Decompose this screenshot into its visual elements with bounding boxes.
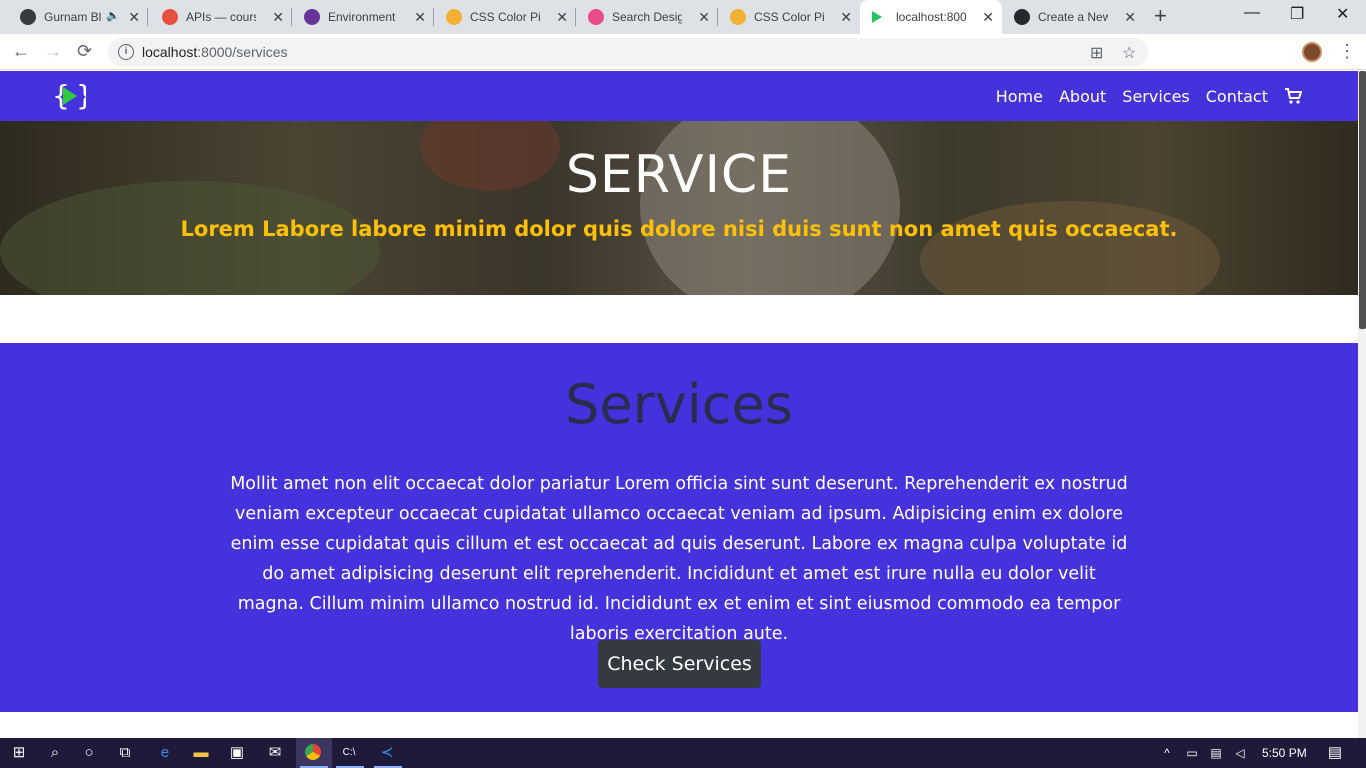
hero-title: SERVICE — [565, 145, 793, 205]
tab-title: Environment V — [328, 10, 398, 24]
nav-home-link[interactable]: Home — [996, 87, 1043, 106]
tab-title: Create a New — [1038, 10, 1108, 24]
site-navbar: { } Home About Services Contact — [0, 71, 1358, 121]
chrome-icon[interactable] — [304, 744, 322, 762]
hero-banner: SERVICE Lorem Labore labore minim dolor … — [0, 121, 1358, 295]
tab-title: localhost:8000 — [896, 10, 966, 24]
new-tab-button[interactable]: + — [1154, 5, 1167, 27]
nav-contact-link[interactable]: Contact — [1206, 87, 1268, 106]
hero-background-image — [920, 201, 1220, 295]
tab-title: CSS Color Pick — [470, 10, 540, 24]
search-icon[interactable]: ⌕ — [46, 744, 64, 762]
tab-separator — [147, 8, 148, 26]
tab-favicon-icon — [730, 9, 746, 25]
windows-start-icon[interactable]: ⊞ — [10, 744, 28, 762]
tab-favicon-icon — [872, 11, 882, 23]
logo-icon[interactable]: { } — [52, 79, 86, 113]
taskbar-clock[interactable]: 5:50 PM — [1262, 746, 1307, 760]
browser-tab[interactable]: Search Designs ✕ — [576, 0, 718, 34]
browser-tab[interactable]: Environment V ✕ — [292, 0, 434, 34]
task-view-icon[interactable]: ⧉ — [116, 744, 134, 762]
tab-favicon-icon — [304, 9, 320, 25]
bookmark-star-icon[interactable]: ☆ — [1122, 43, 1136, 63]
tab-title: Gurnam Bl — [44, 10, 102, 24]
tab-close-icon[interactable]: ✕ — [272, 9, 284, 25]
browser-tab[interactable]: Gurnam Bl 🔈 ✕ — [8, 0, 148, 34]
url-host: localhost — [142, 44, 198, 60]
browser-tab[interactable]: Create a New ✕ — [1002, 0, 1144, 34]
tab-title: Search Designs — [612, 10, 682, 24]
mail-icon[interactable]: ✉ — [266, 744, 284, 762]
battery-icon[interactable]: ▭ — [1184, 744, 1200, 762]
minimize-button[interactable]: — — [1244, 4, 1260, 22]
browser-tab-active[interactable]: localhost:8000 ✕ — [860, 0, 1002, 34]
scrollbar-thumb[interactable] — [1359, 71, 1366, 329]
tab-close-icon[interactable]: ✕ — [414, 9, 426, 25]
services-description: Mollit amet non elit occaecat dolor pari… — [230, 474, 1128, 644]
cortana-icon[interactable]: ○ — [80, 744, 98, 762]
tab-title: APIs — course — [186, 10, 256, 24]
reload-button[interactable]: ⟳ — [77, 40, 92, 62]
tab-favicon-icon — [1014, 9, 1030, 25]
action-center-icon[interactable]: ▤ — [1326, 744, 1344, 762]
network-icon[interactable]: ▤ — [1208, 744, 1224, 762]
address-bar[interactable]: i localhost:8000/services ⊞ ☆ — [108, 38, 1148, 66]
services-section: Services Mollit amet non elit occaecat d… — [0, 343, 1358, 712]
tab-close-icon[interactable]: ✕ — [128, 9, 140, 25]
tab-close-icon[interactable]: ✕ — [982, 9, 994, 25]
edge-icon[interactable]: e — [156, 744, 174, 762]
browser-tab[interactable]: APIs — course ✕ — [150, 0, 292, 34]
forward-button[interactable]: → — [44, 40, 62, 62]
tab-favicon-icon — [20, 9, 36, 25]
tab-favicon-icon — [162, 9, 178, 25]
volume-icon[interactable]: ◁ — [1232, 744, 1248, 762]
file-explorer-icon[interactable]: ▬ — [192, 744, 210, 762]
back-button[interactable]: ← — [12, 40, 30, 62]
browser-menu-icon[interactable]: ⋮ — [1338, 40, 1356, 62]
hero-subtitle: Lorem Labore labore minim dolor quis dol… — [180, 217, 1178, 241]
show-hidden-icons[interactable]: ^ — [1160, 744, 1174, 762]
profile-avatar[interactable] — [1302, 42, 1322, 62]
maximize-button[interactable]: ❐ — [1290, 4, 1304, 24]
close-window-button[interactable]: ✕ — [1336, 4, 1349, 24]
tab-close-icon[interactable]: ✕ — [556, 9, 568, 25]
browser-tab[interactable]: CSS Color Pick ✕ — [434, 0, 576, 34]
store-icon[interactable]: ▣ — [228, 744, 246, 762]
windows-taskbar: ⊞ ⌕ ○ ⧉ e ▬ ▣ ✉ C:\ ≺ ^ ▭ ▤ ◁ 5:50 PM ▤ — [0, 738, 1366, 768]
page-viewport: { } Home About Services Contact SERVICE … — [0, 71, 1358, 738]
tab-close-icon[interactable]: ✕ — [840, 9, 852, 25]
browser-tab[interactable]: CSS Color Pick ✕ — [718, 0, 860, 34]
translate-icon[interactable]: ⊞ — [1090, 43, 1103, 63]
svg-text:}: } — [76, 79, 86, 112]
tab-title: CSS Color Pick — [754, 10, 824, 24]
vscode-icon[interactable]: ≺ — [378, 744, 396, 762]
audio-icon[interactable]: 🔈 — [106, 9, 120, 22]
tab-favicon-icon — [446, 9, 462, 25]
nav-links: Home About Services Contact — [980, 71, 1302, 121]
services-heading: Services — [565, 373, 793, 436]
tab-close-icon[interactable]: ✕ — [698, 9, 710, 25]
tab-favicon-icon — [588, 9, 604, 25]
cart-icon[interactable] — [1284, 87, 1302, 105]
browser-tab-strip: Gurnam Bl 🔈 ✕ APIs — course ✕ Environmen… — [0, 0, 1366, 34]
url-text[interactable]: localhost:8000/services — [142, 44, 288, 60]
nav-about-link[interactable]: About — [1059, 87, 1106, 106]
browser-toolbar: ← → ⟳ i localhost:8000/services ⊞ ☆ 0 — [0, 34, 1366, 99]
command-prompt-icon[interactable]: C:\ — [340, 744, 358, 762]
tab-close-icon[interactable]: ✕ — [1124, 9, 1136, 25]
url-path: :8000/services — [197, 44, 288, 60]
check-services-button[interactable]: Check Services — [598, 640, 761, 688]
site-info-icon[interactable]: i — [118, 44, 134, 60]
nav-services-link[interactable]: Services — [1122, 87, 1189, 106]
